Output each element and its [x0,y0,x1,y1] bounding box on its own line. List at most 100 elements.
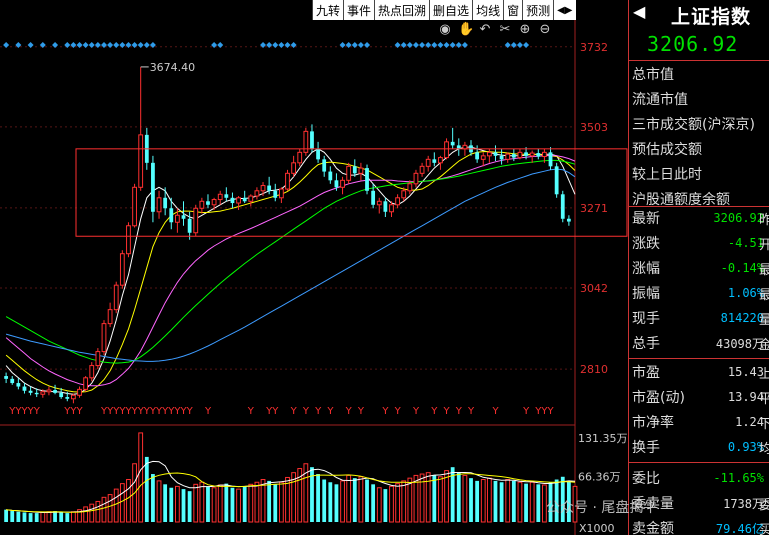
volume-bar [46,511,52,523]
candle-body [126,225,131,255]
candle-body [211,199,217,206]
eye-icon[interactable]: ◉ [438,22,452,37]
toolbar-btn-2[interactable]: 热点回溯 [374,0,430,20]
candle [156,190,162,219]
volume-bar [462,474,468,523]
candle [273,183,278,202]
candle-body [444,141,449,159]
volume-bar [181,489,186,522]
volume-bar [236,488,241,523]
volume-bar [358,476,364,523]
candle [517,148,523,160]
candle-body [199,200,205,209]
candle [77,386,82,398]
y-marker: Y [547,406,555,417]
candle [383,197,388,218]
diamond-marker [278,42,285,48]
volume-bar [524,483,528,522]
y-marker: Y [345,406,353,417]
candle [199,197,205,214]
zoom-in-icon[interactable]: ⊕ [518,22,532,37]
volume-bar [438,476,443,523]
candle [4,372,9,384]
toolbar-btn-5[interactable]: 窗 [503,0,523,20]
diamond-marker [3,42,10,48]
zoom-out-icon[interactable]: ⊖ [538,22,552,37]
candle [316,141,320,163]
toolbar-btn-0[interactable]: 九转 [312,0,344,20]
candle [95,348,101,370]
candle [548,147,553,170]
candle [536,148,541,160]
candle-body [285,172,290,190]
candle-body [310,131,314,149]
volume-bar [248,483,254,523]
quote-suffix: 平 [759,388,769,407]
volume-bar [211,487,217,523]
candle-body [156,197,162,213]
candle [505,152,511,163]
candle-body [322,159,327,172]
candle-body [181,215,186,219]
candle-body [462,144,468,150]
y-marker: Y [33,406,41,417]
candle [107,302,113,328]
candle [328,166,333,184]
back-arrow-icon[interactable]: ◀ [633,2,645,21]
candle [236,196,241,211]
volume-bar [285,476,290,523]
candle-body [53,390,57,393]
candle-body [65,397,70,399]
hand-icon[interactable]: ✋ [458,22,474,37]
candle-body [346,165,352,181]
info-label: 三市成交额(沪深京) [632,117,755,133]
candle [432,152,437,167]
price-tick-4: 2810 [580,363,608,376]
volume-bar [95,500,101,523]
candle-body [499,155,504,160]
ma30-line [5,159,576,364]
price-tick-0: 3732 [580,41,608,54]
volume-bar [242,486,247,522]
volume-bar [469,478,473,522]
candle-body [536,153,541,157]
volume-bar [383,489,388,522]
candle-body [163,197,168,209]
toolbar-btn-3[interactable]: 删自选 [429,0,473,20]
candle-body [83,377,89,390]
candle-body [71,394,76,400]
quote-row: 换手0.93%均 [632,435,769,459]
volume-bar [206,486,210,522]
candle-body [119,253,125,286]
candle-body [169,208,174,223]
volume-bar [517,481,523,523]
toolbar-btn-1[interactable]: 事件 [343,0,375,20]
diamond-marker [443,42,450,48]
candle-body [291,162,297,174]
candle [395,194,401,209]
diamond-marker [419,42,426,48]
candle-body [548,152,553,167]
candle [151,155,155,223]
toolbar-arrow-icon[interactable]: ◀▶ [553,0,576,20]
candle-body [566,218,571,222]
candle [163,187,168,216]
scissors-icon[interactable]: ✂ [498,22,512,37]
toolbar-btn-4[interactable]: 均线 [472,0,504,20]
candle [486,148,492,163]
volume-bar [273,484,278,522]
undo-icon[interactable]: ↶ [478,22,492,37]
volume-bar [401,480,407,523]
candle [53,384,57,395]
candle-body [524,152,528,156]
candle [10,376,15,385]
toolbar-btn-6[interactable]: 预测 [522,0,554,20]
candle-body [493,152,498,156]
volume-bar [199,481,205,523]
info-row: 三市成交额(沪深京) [632,112,769,136]
volume-bar [536,484,541,522]
y-marker: Y [357,406,365,417]
volume-bar [322,479,327,522]
y-marker: Y [491,406,499,417]
quote-suffix: 上 [759,363,769,382]
